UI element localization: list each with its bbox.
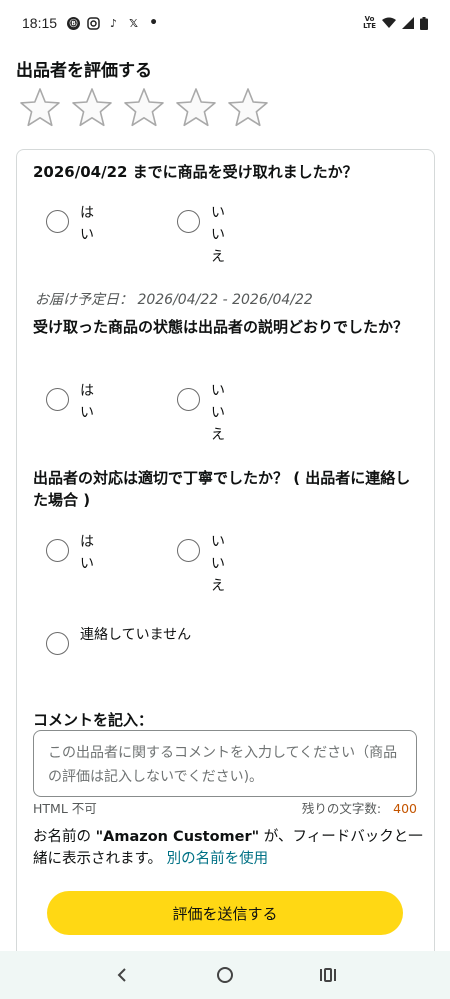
comment-label: コメントを記入： [33, 711, 154, 729]
page-title: 出品者を評価する [16, 61, 152, 81]
option-label: はい [80, 205, 94, 243]
star-rating [18, 86, 270, 130]
submit-feedback-button[interactable]: 評価を送信する [47, 891, 403, 935]
radio-button[interactable] [46, 210, 69, 233]
home-icon[interactable] [205, 955, 245, 995]
radio-button[interactable] [46, 388, 69, 411]
back-icon[interactable] [102, 955, 142, 995]
option-label: 連絡していません [80, 627, 192, 643]
radio-button[interactable] [46, 539, 69, 562]
x-icon: 𝕏 [129, 16, 138, 30]
volte-icon: Vo LTE [363, 15, 376, 30]
system-nav-bar [0, 951, 450, 999]
comment-input[interactable]: この出品者に関するコメントを入力してください（商品の評価は記入しないでください)… [33, 730, 417, 797]
customer-name: "Amazon Customer" [95, 829, 260, 845]
instagram-icon [87, 16, 100, 30]
star-3-icon[interactable] [122, 86, 166, 130]
question-received: 2026/04/22 までに商品を受け取れましたか？ [33, 163, 358, 181]
battery-icon [420, 16, 428, 30]
option-service-yes[interactable]: はい [46, 531, 100, 597]
star-1-icon[interactable] [18, 86, 62, 130]
star-2-icon[interactable] [70, 86, 114, 130]
recents-icon[interactable] [308, 955, 348, 995]
system-icons: Vo LTE [363, 16, 428, 30]
radio-group-service-extra: 連絡していません [46, 624, 200, 655]
option-label: いいえ [211, 383, 225, 443]
option-label: いいえ [211, 534, 225, 594]
notification-icons: Ⓑ ♪ 𝕏 • [67, 15, 160, 31]
option-service-no[interactable]: いいえ [177, 531, 231, 597]
dot-icon: • [149, 15, 159, 31]
remaining-characters: 残りの文字数: 400 [302, 798, 417, 817]
display-name-note: お名前の "Amazon Customer" が、フィードバックと一緒に表示され… [33, 826, 423, 870]
status-bar: 18:15 Ⓑ ♪ 𝕏 • Vo LTE [0, 0, 450, 46]
signal-icon [402, 17, 414, 29]
question-service: 出品者の対応は適切で丁寧でしたか？ ( 出品者に連絡した場合 ) [33, 469, 411, 509]
radio-button[interactable] [177, 539, 200, 562]
option-received-yes[interactable]: はい [46, 202, 100, 268]
option-label: はい [80, 534, 94, 572]
option-received-no[interactable]: いいえ [177, 202, 231, 268]
radio-button[interactable] [46, 632, 69, 655]
star-5-icon[interactable] [226, 86, 270, 130]
html-not-allowed-note: HTML 不可 [33, 801, 97, 816]
option-condition-yes[interactable]: はい [46, 380, 100, 446]
tiktok-icon: ♪ [110, 16, 118, 30]
name-note-prefix: お名前の [33, 829, 96, 845]
status-time: 18:15 [22, 15, 58, 31]
radio-button[interactable] [177, 210, 200, 233]
option-service-no-contact[interactable]: 連絡していません [46, 624, 200, 655]
wifi-icon [382, 17, 396, 28]
radio-group-condition: はい いいえ [46, 380, 231, 446]
assistant-icon: Ⓑ [67, 16, 81, 30]
radio-group-received: はい いいえ [46, 202, 231, 268]
radio-group-service: はい いいえ [46, 531, 231, 597]
option-label: いいえ [211, 205, 225, 265]
star-4-icon[interactable] [174, 86, 218, 130]
use-another-name-link[interactable]: 別の名前を使用 [167, 851, 269, 867]
option-condition-no[interactable]: いいえ [177, 380, 231, 446]
question-condition: 受け取った商品の状態は出品者の説明どおりでしたか？ [33, 318, 409, 336]
radio-button[interactable] [177, 388, 200, 411]
delivery-date-note: お届け予定日： 2026/04/22 - 2026/04/22 [35, 292, 313, 308]
remaining-count: 400 [393, 801, 417, 816]
option-label: はい [80, 383, 94, 421]
remaining-label: 残りの文字数: [301, 801, 382, 816]
